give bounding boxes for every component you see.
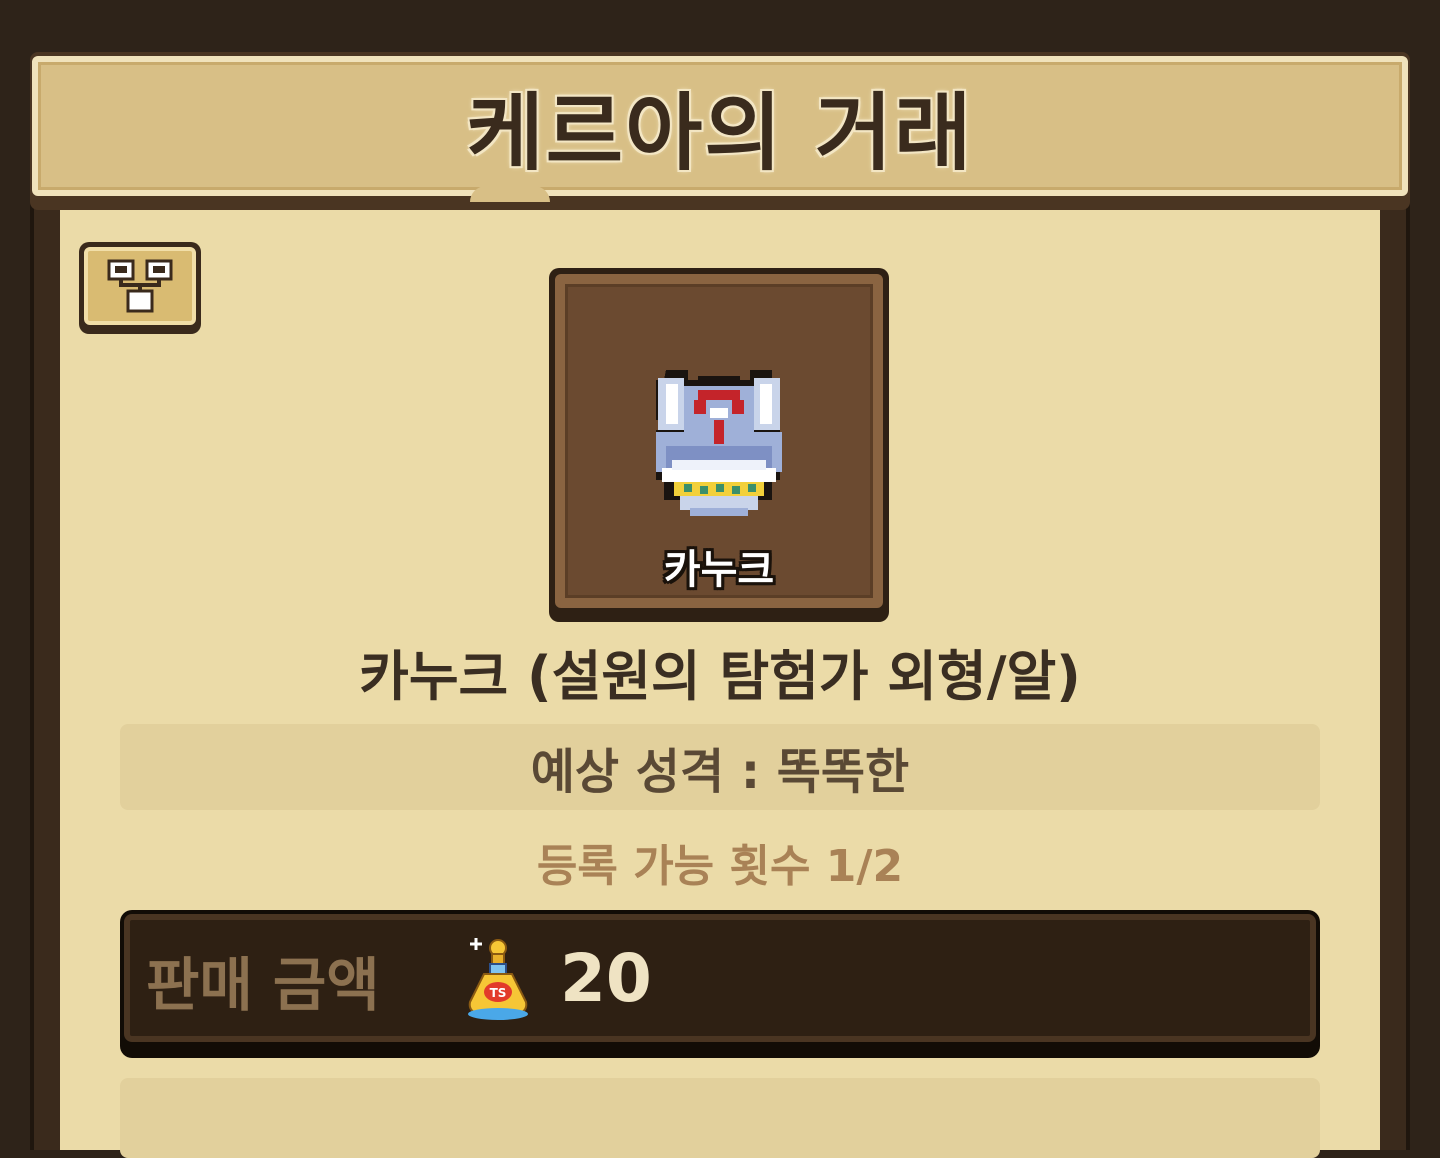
price-label: 판매 금액 <box>146 951 380 1019</box>
potion-bottle-icon: TS <box>468 938 528 1020</box>
game-screen: 케르아의 거래 카누크 카누크 (설원의 탐험가 외형/알) 예상 성격: 똑… <box>0 0 1440 1158</box>
page-title: 케르아의 거래 <box>466 83 974 182</box>
bottom-bar <box>120 1078 1320 1158</box>
personality-bar: 예상 성격 : 똑똑한 <box>120 724 1320 810</box>
registration-count: 등록 가능 횟수 1/2 <box>536 841 904 892</box>
armored-helmet-icon <box>656 370 782 516</box>
item-name: 카누크 (설원의 탐험가 외형/알) <box>359 644 1081 708</box>
price-value: 20 <box>560 939 652 1017</box>
svg-text:TS: TS <box>490 986 507 1000</box>
hierarchy-icon <box>107 259 173 313</box>
portrait-label: 카누크 <box>663 547 775 593</box>
hierarchy-button-face[interactable] <box>84 247 196 325</box>
personality-text: 예상 성격 : 똑똑한 <box>530 744 910 800</box>
